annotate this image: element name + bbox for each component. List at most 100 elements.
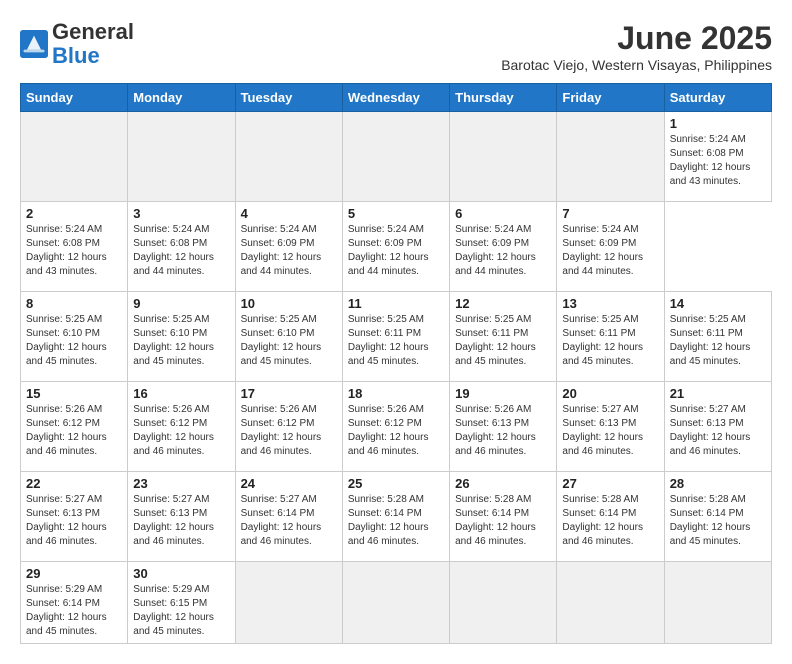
calendar-cell: 28 Sunrise: 5:28 AMSunset: 6:14 PMDaylig… xyxy=(664,472,771,562)
day-number: 14 xyxy=(670,296,766,311)
calendar-week-row: 15 Sunrise: 5:26 AMSunset: 6:12 PMDaylig… xyxy=(21,382,772,472)
day-number: 1 xyxy=(670,116,766,131)
calendar-cell: 29 Sunrise: 5:29 AMSunset: 6:14 PMDaylig… xyxy=(21,562,128,644)
day-info: Sunrise: 5:24 AMSunset: 6:08 PMDaylight:… xyxy=(133,223,229,279)
day-number: 2 xyxy=(26,206,122,221)
subtitle: Barotac Viejo, Western Visayas, Philippi… xyxy=(501,57,772,73)
day-number: 4 xyxy=(241,206,337,221)
calendar-cell: 3 Sunrise: 5:24 AMSunset: 6:08 PMDayligh… xyxy=(128,202,235,292)
day-info: Sunrise: 5:28 AMSunset: 6:14 PMDaylight:… xyxy=(455,493,551,549)
day-info: Sunrise: 5:25 AMSunset: 6:10 PMDaylight:… xyxy=(133,313,229,369)
day-info: Sunrise: 5:25 AMSunset: 6:11 PMDaylight:… xyxy=(670,313,766,369)
calendar-cell: 6 Sunrise: 5:24 AMSunset: 6:09 PMDayligh… xyxy=(450,202,557,292)
calendar-cell: 17 Sunrise: 5:26 AMSunset: 6:12 PMDaylig… xyxy=(235,382,342,472)
day-info: Sunrise: 5:26 AMSunset: 6:12 PMDaylight:… xyxy=(133,403,229,459)
day-info: Sunrise: 5:25 AMSunset: 6:11 PMDaylight:… xyxy=(348,313,444,369)
day-info: Sunrise: 5:27 AMSunset: 6:13 PMDaylight:… xyxy=(562,403,658,459)
calendar-cell: 4 Sunrise: 5:24 AMSunset: 6:09 PMDayligh… xyxy=(235,202,342,292)
day-number: 29 xyxy=(26,566,122,581)
day-info: Sunrise: 5:29 AMSunset: 6:15 PMDaylight:… xyxy=(133,583,229,639)
day-number: 30 xyxy=(133,566,229,581)
calendar-cell: 30 Sunrise: 5:29 AMSunset: 6:15 PMDaylig… xyxy=(128,562,235,644)
day-number: 8 xyxy=(26,296,122,311)
day-number: 9 xyxy=(133,296,229,311)
day-number: 13 xyxy=(562,296,658,311)
day-number: 10 xyxy=(241,296,337,311)
day-info: Sunrise: 5:25 AMSunset: 6:11 PMDaylight:… xyxy=(455,313,551,369)
day-number: 25 xyxy=(348,476,444,491)
col-header-wednesday: Wednesday xyxy=(342,84,449,112)
calendar-cell: 16 Sunrise: 5:26 AMSunset: 6:12 PMDaylig… xyxy=(128,382,235,472)
day-number: 11 xyxy=(348,296,444,311)
day-info: Sunrise: 5:27 AMSunset: 6:14 PMDaylight:… xyxy=(241,493,337,549)
calendar-cell: 11 Sunrise: 5:25 AMSunset: 6:11 PMDaylig… xyxy=(342,292,449,382)
calendar-cell: 5 Sunrise: 5:24 AMSunset: 6:09 PMDayligh… xyxy=(342,202,449,292)
day-number: 19 xyxy=(455,386,551,401)
calendar-cell: 13 Sunrise: 5:25 AMSunset: 6:11 PMDaylig… xyxy=(557,292,664,382)
calendar-week-row: 29 Sunrise: 5:29 AMSunset: 6:14 PMDaylig… xyxy=(21,562,772,644)
day-number: 20 xyxy=(562,386,658,401)
day-number: 6 xyxy=(455,206,551,221)
col-header-tuesday: Tuesday xyxy=(235,84,342,112)
day-info: Sunrise: 5:28 AMSunset: 6:14 PMDaylight:… xyxy=(348,493,444,549)
calendar-cell xyxy=(664,562,771,644)
calendar-cell xyxy=(450,562,557,644)
page-header: General Blue June 2025 Barotac Viejo, We… xyxy=(20,20,772,73)
calendar-table: SundayMondayTuesdayWednesdayThursdayFrid… xyxy=(20,83,772,644)
day-info: Sunrise: 5:27 AMSunset: 6:13 PMDaylight:… xyxy=(670,403,766,459)
calendar-cell-empty xyxy=(450,112,557,202)
col-header-saturday: Saturday xyxy=(664,84,771,112)
calendar-cell: 20 Sunrise: 5:27 AMSunset: 6:13 PMDaylig… xyxy=(557,382,664,472)
day-number: 18 xyxy=(348,386,444,401)
day-info: Sunrise: 5:24 AMSunset: 6:09 PMDaylight:… xyxy=(562,223,658,279)
day-number: 3 xyxy=(133,206,229,221)
calendar-week-row: 8 Sunrise: 5:25 AMSunset: 6:10 PMDayligh… xyxy=(21,292,772,382)
day-info: Sunrise: 5:27 AMSunset: 6:13 PMDaylight:… xyxy=(133,493,229,549)
day-number: 27 xyxy=(562,476,658,491)
logo-general: General xyxy=(52,19,134,44)
logo: General Blue xyxy=(20,20,134,68)
day-info: Sunrise: 5:26 AMSunset: 6:12 PMDaylight:… xyxy=(348,403,444,459)
calendar-cell: 23 Sunrise: 5:27 AMSunset: 6:13 PMDaylig… xyxy=(128,472,235,562)
col-header-sunday: Sunday xyxy=(21,84,128,112)
calendar-week-row: 1 Sunrise: 5:24 AMSunset: 6:08 PMDayligh… xyxy=(21,112,772,202)
logo-icon xyxy=(20,30,48,58)
calendar-cell: 15 Sunrise: 5:26 AMSunset: 6:12 PMDaylig… xyxy=(21,382,128,472)
calendar-cell xyxy=(235,562,342,644)
col-header-monday: Monday xyxy=(128,84,235,112)
calendar-cell: 9 Sunrise: 5:25 AMSunset: 6:10 PMDayligh… xyxy=(128,292,235,382)
title-block: June 2025 Barotac Viejo, Western Visayas… xyxy=(501,20,772,73)
day-info: Sunrise: 5:24 AMSunset: 6:08 PMDaylight:… xyxy=(670,133,766,189)
day-number: 24 xyxy=(241,476,337,491)
day-number: 16 xyxy=(133,386,229,401)
calendar-cell: 26 Sunrise: 5:28 AMSunset: 6:14 PMDaylig… xyxy=(450,472,557,562)
day-info: Sunrise: 5:26 AMSunset: 6:13 PMDaylight:… xyxy=(455,403,551,459)
calendar-cell: 1 Sunrise: 5:24 AMSunset: 6:08 PMDayligh… xyxy=(664,112,771,202)
month-title: June 2025 xyxy=(501,20,772,57)
day-number: 21 xyxy=(670,386,766,401)
day-info: Sunrise: 5:24 AMSunset: 6:08 PMDaylight:… xyxy=(26,223,122,279)
day-info: Sunrise: 5:26 AMSunset: 6:12 PMDaylight:… xyxy=(241,403,337,459)
calendar-cell-empty xyxy=(235,112,342,202)
col-header-friday: Friday xyxy=(557,84,664,112)
calendar-cell: 8 Sunrise: 5:25 AMSunset: 6:10 PMDayligh… xyxy=(21,292,128,382)
calendar-cell-empty xyxy=(21,112,128,202)
day-number: 23 xyxy=(133,476,229,491)
day-info: Sunrise: 5:24 AMSunset: 6:09 PMDaylight:… xyxy=(348,223,444,279)
calendar-week-row: 2 Sunrise: 5:24 AMSunset: 6:08 PMDayligh… xyxy=(21,202,772,292)
day-info: Sunrise: 5:29 AMSunset: 6:14 PMDaylight:… xyxy=(26,583,122,639)
logo-text: General Blue xyxy=(52,20,134,68)
day-number: 12 xyxy=(455,296,551,311)
day-number: 28 xyxy=(670,476,766,491)
calendar-cell: 27 Sunrise: 5:28 AMSunset: 6:14 PMDaylig… xyxy=(557,472,664,562)
calendar-cell: 19 Sunrise: 5:26 AMSunset: 6:13 PMDaylig… xyxy=(450,382,557,472)
day-info: Sunrise: 5:28 AMSunset: 6:14 PMDaylight:… xyxy=(670,493,766,549)
calendar-cell xyxy=(557,562,664,644)
day-number: 5 xyxy=(348,206,444,221)
calendar-cell: 7 Sunrise: 5:24 AMSunset: 6:09 PMDayligh… xyxy=(557,202,664,292)
calendar-header-row: SundayMondayTuesdayWednesdayThursdayFrid… xyxy=(21,84,772,112)
calendar-cell-empty xyxy=(557,112,664,202)
logo-blue: Blue xyxy=(52,43,100,68)
calendar-cell-empty xyxy=(128,112,235,202)
col-header-thursday: Thursday xyxy=(450,84,557,112)
